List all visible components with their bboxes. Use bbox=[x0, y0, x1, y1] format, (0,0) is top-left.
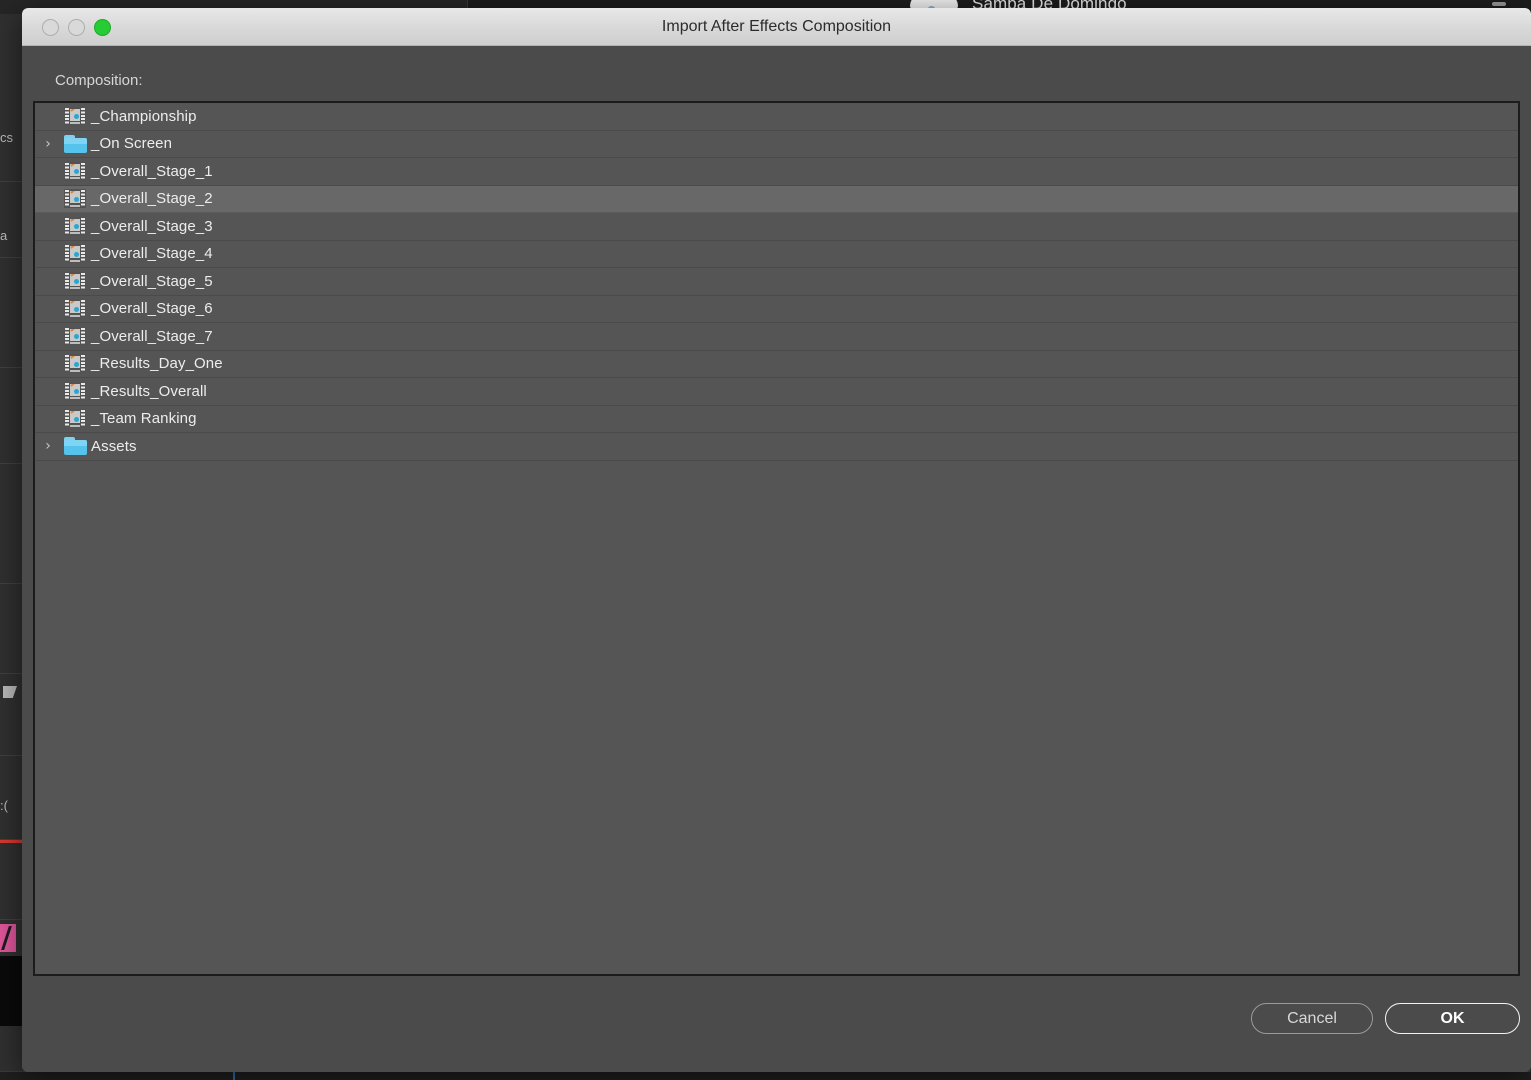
composition-icon bbox=[61, 326, 89, 347]
overflow-menu-icon bbox=[1492, 2, 1506, 6]
background-text-fragment: cs bbox=[0, 130, 13, 145]
list-item[interactable]: ›_Overall_Stage_6 bbox=[35, 295, 1518, 323]
list-item-label: _Results_Overall bbox=[91, 382, 207, 400]
list-item-label: _Overall_Stage_7 bbox=[91, 327, 213, 345]
dialog-body: Composition: ›_Championship›_On Screen›_… bbox=[22, 46, 1531, 1072]
screen: Samba De Domingo cs a :(Import After Ef… bbox=[0, 0, 1531, 1080]
composition-icon bbox=[61, 353, 89, 374]
composition-icon bbox=[61, 188, 89, 209]
list-item-label: _Overall_Stage_6 bbox=[91, 300, 213, 318]
chevron-right-icon[interactable]: › bbox=[35, 439, 61, 453]
chevron-right-icon[interactable]: › bbox=[35, 137, 61, 151]
background-left-panel bbox=[0, 14, 22, 1080]
list-item-label: Assets bbox=[91, 437, 137, 455]
background-row bbox=[0, 464, 22, 584]
list-item-label: _Overall_Stage_1 bbox=[91, 162, 213, 180]
list-item-label: _On Screen bbox=[91, 135, 173, 153]
composition-icon bbox=[61, 106, 89, 127]
composition-icon bbox=[61, 408, 89, 429]
import-composition-dialog: Import After Effects Composition Composi… bbox=[22, 8, 1531, 1072]
dialog-footer: Cancel OK bbox=[22, 976, 1531, 1072]
list-item-label: _Team Ranking bbox=[91, 410, 197, 428]
list-item[interactable]: ›_Results_Overall bbox=[35, 378, 1518, 406]
dialog-titlebar[interactable]: Import After Effects Composition bbox=[22, 8, 1531, 46]
list-item[interactable]: ›_Results_Day_One bbox=[35, 350, 1518, 378]
list-item-label: _Championship bbox=[91, 107, 197, 125]
composition-icon bbox=[61, 271, 89, 292]
background-playhead-marker bbox=[0, 840, 22, 843]
background-text-fragment: a bbox=[0, 228, 8, 243]
background-row bbox=[0, 584, 22, 674]
background-row bbox=[0, 258, 22, 368]
list-item-label: _Overall_Stage_4 bbox=[91, 245, 213, 263]
list-item-label: _Results_Day_One bbox=[91, 355, 223, 373]
dialog-title: Import After Effects Composition bbox=[661, 18, 892, 35]
ok-button[interactable]: OK bbox=[1385, 1003, 1520, 1034]
list-item-label: _Overall_Stage_5 bbox=[91, 272, 213, 290]
composition-list-items: ›_Championship›_On Screen›_Overall_Stage… bbox=[35, 103, 1518, 461]
folder-icon bbox=[61, 133, 89, 154]
composition-icon bbox=[61, 216, 89, 237]
list-item[interactable]: ›_Overall_Stage_2 bbox=[35, 185, 1518, 213]
cancel-button[interactable]: Cancel bbox=[1251, 1003, 1373, 1034]
list-item[interactable]: ›_Overall_Stage_3 bbox=[35, 213, 1518, 241]
composition-icon bbox=[61, 243, 89, 264]
list-item[interactable]: › _On Screen bbox=[35, 130, 1518, 158]
background-text-fragment: :( bbox=[0, 798, 8, 813]
list-item[interactable]: ›_Championship bbox=[35, 103, 1518, 131]
background-row bbox=[0, 860, 22, 920]
list-item[interactable]: ›_Overall_Stage_7 bbox=[35, 323, 1518, 351]
composition-icon bbox=[61, 381, 89, 402]
composition-icon bbox=[61, 161, 89, 182]
background-row bbox=[0, 368, 22, 464]
composition-list[interactable]: ›_Championship›_On Screen›_Overall_Stage… bbox=[33, 101, 1520, 976]
composition-field-label: Composition: bbox=[55, 72, 143, 89]
list-item-label: _Overall_Stage_2 bbox=[91, 190, 213, 208]
background-status-bar-marker bbox=[233, 1071, 235, 1080]
list-item[interactable]: ›_Overall_Stage_1 bbox=[35, 158, 1518, 186]
composition-icon bbox=[61, 298, 89, 319]
list-item[interactable]: › Assets bbox=[35, 433, 1518, 461]
list-item[interactable]: ›_Team Ranking bbox=[35, 405, 1518, 433]
list-item-label: _Overall_Stage_3 bbox=[91, 217, 213, 235]
background-row bbox=[0, 182, 22, 258]
list-item[interactable]: ›_Overall_Stage_4 bbox=[35, 240, 1518, 268]
background-status-bar bbox=[0, 1071, 1531, 1080]
folder-icon bbox=[61, 436, 89, 457]
list-item[interactable]: ›_Overall_Stage_5 bbox=[35, 268, 1518, 296]
background-empty-track bbox=[0, 956, 22, 1026]
